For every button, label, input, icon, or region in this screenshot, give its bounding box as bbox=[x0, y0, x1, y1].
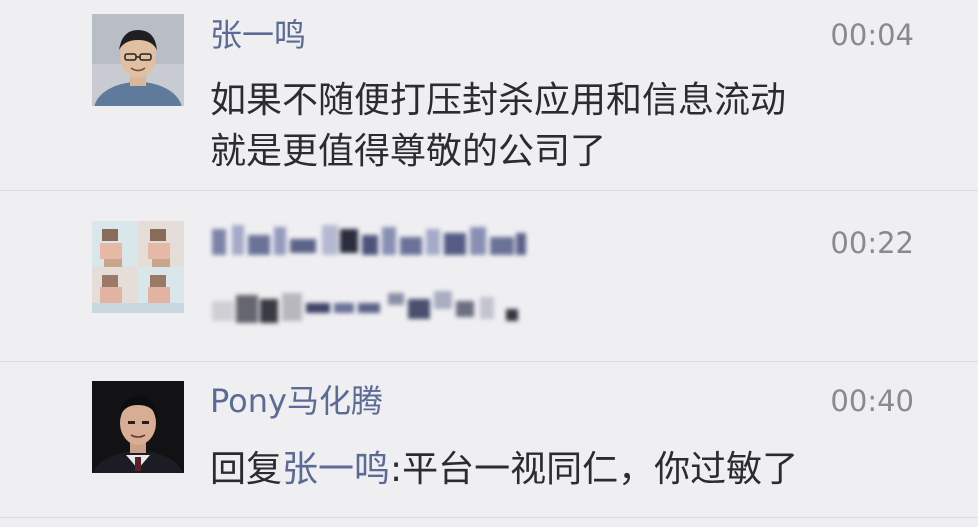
comment-text-line: 就是更值得尊敬的公司了 bbox=[210, 131, 607, 172]
avatar[interactable] bbox=[92, 221, 184, 313]
reply-to-link[interactable]: 张一鸣 bbox=[282, 449, 390, 490]
pixelated-avatar bbox=[92, 221, 184, 313]
comment-time: 00:40 bbox=[830, 384, 914, 418]
pixelated-name bbox=[212, 221, 527, 261]
divider bbox=[0, 517, 978, 518]
comment-item: 00:22 bbox=[0, 191, 978, 361]
avatar[interactable] bbox=[92, 381, 184, 473]
comment-text: 回复张一鸣:平台一视同仁，你过敏了 bbox=[210, 444, 910, 495]
avatar-photo bbox=[92, 14, 184, 106]
commenter-name[interactable]: 张一鸣 bbox=[210, 15, 306, 55]
comment-time: 00:04 bbox=[830, 18, 914, 52]
reply-prefix: 回复 bbox=[210, 449, 283, 490]
comment-item: Pony马化腾 00:40 回复张一鸣:平台一视同仁，你过敏了 bbox=[0, 362, 978, 527]
reply-text: :平台一视同仁，你过敏了 bbox=[390, 449, 799, 490]
commenter-name[interactable]: Pony马化腾 bbox=[210, 381, 383, 421]
comment-text-line: 如果不随便打压封杀应用和信息流动 bbox=[210, 80, 787, 121]
comment-list: 张一鸣 00:04 如果不随便打压封杀应用和信息流动 就是更值得尊敬的公司了 0… bbox=[0, 0, 978, 527]
avatar[interactable] bbox=[92, 14, 184, 106]
comment-time: 00:22 bbox=[830, 226, 914, 260]
avatar-photo bbox=[92, 381, 184, 473]
pixelated-comment-text bbox=[212, 287, 527, 329]
comment-item: 张一鸣 00:04 如果不随便打压封杀应用和信息流动 就是更值得尊敬的公司了 bbox=[0, 0, 978, 190]
comment-text: 如果不随便打压封杀应用和信息流动 就是更值得尊敬的公司了 bbox=[210, 75, 910, 177]
